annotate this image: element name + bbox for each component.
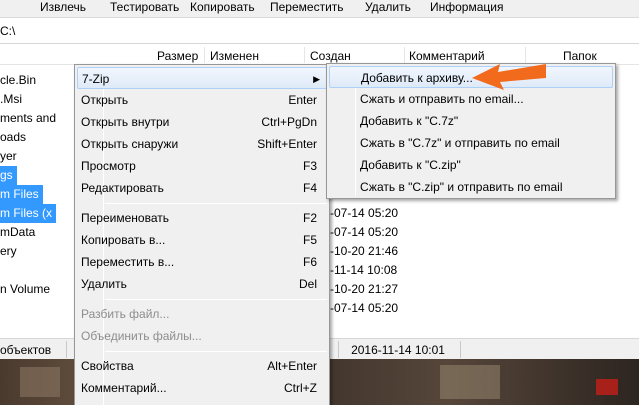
column-created[interactable]: Создан: [310, 49, 351, 63]
status-object-count: объектов: [0, 343, 52, 357]
extract-button[interactable]: Извлечь: [40, 0, 86, 17]
menu-item-comment[interactable]: Комментарий... Ctrl+Z: [77, 377, 327, 399]
info-button[interactable]: Информация: [430, 0, 503, 17]
menu-item-label: Сжать в "C.zip" и отправить по email: [360, 180, 563, 194]
toolbar: Извлечь Тестировать Копировать Перемести…: [0, 0, 639, 18]
file-name: oads: [0, 130, 27, 144]
menu-item-shortcut: F2: [302, 211, 317, 225]
submenu-item-add-7z[interactable]: Добавить к "C.7z": [329, 110, 613, 132]
column-divider[interactable]: [404, 47, 405, 63]
menu-item-combine-files: Объединить файлы...: [77, 325, 327, 347]
file-name: [0, 261, 4, 280]
path-text[interactable]: C:\: [0, 24, 15, 38]
menu-item-open[interactable]: Открыть Enter: [77, 89, 327, 111]
menu-item-label: Открыть снаружи: [81, 137, 179, 151]
menu-item-label: Комментарий...: [81, 381, 167, 395]
submenu-item-7z-email[interactable]: Сжать в "C.7z" и отправить по email: [329, 132, 613, 154]
file-name: mData: [0, 225, 36, 239]
menu-item-rename[interactable]: Переименовать F2: [77, 207, 327, 229]
menu-item-open-outside[interactable]: Открыть снаружи Shift+Enter: [77, 133, 327, 155]
column-modified[interactable]: Изменен: [210, 49, 259, 63]
file-date: -10-20 21:27: [330, 282, 399, 296]
menu-item-label: Удалить: [81, 277, 127, 291]
column-divider[interactable]: [304, 47, 305, 63]
menu-item-shortcut: Del: [298, 277, 317, 291]
file-name: ery: [0, 244, 17, 258]
menu-item-label: Просмотр: [81, 159, 136, 173]
menu-item-7zip[interactable]: 7-Zip ▶: [77, 67, 327, 89]
context-menu: 7-Zip ▶ Открыть Enter Открыть внутри Ctr…: [74, 64, 330, 405]
menu-item-shortcut: Shift+Enter: [257, 137, 317, 151]
menu-item-split-file: Разбить файл...: [77, 303, 327, 325]
column-divider[interactable]: [204, 47, 205, 63]
menu-separator: [105, 203, 327, 204]
menu-item-properties[interactable]: Свойства Alt+Enter: [77, 355, 327, 377]
menu-item-shortcut: F3: [302, 159, 317, 173]
column-folders[interactable]: Папок: [563, 49, 597, 63]
menu-item-label: Разбить файл...: [81, 307, 170, 321]
menu-item-label: Копировать в...: [81, 233, 166, 247]
test-button[interactable]: Тестировать: [110, 0, 179, 17]
menu-item-label: Объединить файлы...: [81, 329, 202, 343]
file-name: [0, 299, 4, 318]
menu-item-label: Переименовать: [81, 211, 169, 225]
submenu-item-add-zip[interactable]: Добавить к "C.zip": [329, 154, 613, 176]
annotation-arrow-icon: [472, 64, 546, 90]
submenu-arrow-icon: ▶: [313, 74, 320, 84]
menu-item-label: 7-Zip: [82, 72, 110, 86]
file-date: -11-14 10:08: [330, 263, 398, 277]
menu-item-shortcut: Ctrl+Z: [284, 381, 317, 395]
menu-item-label: Добавить к архиву...: [361, 71, 473, 85]
menu-item-label: Сжать в "C.7z" и отправить по email: [360, 136, 560, 150]
path-bar[interactable]: C:\: [0, 19, 639, 44]
menu-item-shortcut: F4: [302, 181, 317, 195]
file-name: n Volume: [0, 282, 51, 296]
column-size[interactable]: Размер: [157, 49, 198, 63]
file-name: .Msi: [0, 92, 22, 106]
menu-item-move-to[interactable]: Переместить в... F6: [77, 251, 327, 273]
menu-item-label: Переместить в...: [81, 255, 175, 269]
file-name: yer: [0, 149, 17, 163]
menu-item-label: Свойства: [81, 359, 134, 373]
file-date: -07-14 05:20: [330, 225, 399, 239]
menu-item-label: Добавить к "C.7z": [360, 114, 459, 128]
submenu-item-zip-email[interactable]: Сжать в "C.zip" и отправить по email: [329, 176, 613, 198]
menu-item-open-inside[interactable]: Открыть внутри Ctrl+PgDn: [77, 111, 327, 133]
menu-item-shortcut: Ctrl+PgDn: [261, 115, 317, 129]
file-name: gs: [0, 166, 17, 185]
menu-item-delete[interactable]: Удалить Del: [77, 273, 327, 295]
menu-item-label: Редактировать: [81, 181, 164, 195]
menu-item-label: Добавить к "C.zip": [360, 158, 461, 172]
status-divider: [66, 341, 67, 358]
file-name: m Files (x: [0, 204, 56, 223]
menu-item-shortcut: Enter: [288, 93, 317, 107]
file-name: cle.Bin: [0, 73, 37, 87]
file-date: -07-14 05:20: [330, 301, 399, 315]
menu-item-copy-to[interactable]: Копировать в... F5: [77, 229, 327, 251]
desktop-detail: [20, 367, 60, 397]
menu-item-edit[interactable]: Редактировать F4: [77, 177, 327, 199]
menu-item-shortcut: Alt+Enter: [267, 359, 317, 373]
file-date: -07-14 05:20: [330, 206, 399, 220]
menu-item-shortcut: F5: [302, 233, 317, 247]
desktop-detail: [440, 365, 500, 399]
delete-button[interactable]: Удалить: [365, 0, 411, 17]
menu-separator: [105, 351, 327, 352]
file-date: -10-20 21:46: [330, 244, 399, 258]
desktop-detail: [596, 379, 618, 395]
menu-item-label: Открыть: [81, 93, 129, 107]
file-name: ments and: [0, 111, 57, 125]
menu-item-shortcut: F6: [302, 255, 317, 269]
status-modified: 2016-11-14 10:01: [351, 343, 445, 357]
menu-separator: [105, 299, 327, 300]
file-name: m Files: [0, 185, 43, 204]
status-divider: [460, 341, 461, 358]
menu-item-label: Открыть внутри: [81, 115, 170, 129]
copy-button[interactable]: Копировать: [190, 0, 255, 17]
menu-item-view[interactable]: Просмотр F3: [77, 155, 327, 177]
move-button[interactable]: Переместить: [270, 0, 344, 17]
